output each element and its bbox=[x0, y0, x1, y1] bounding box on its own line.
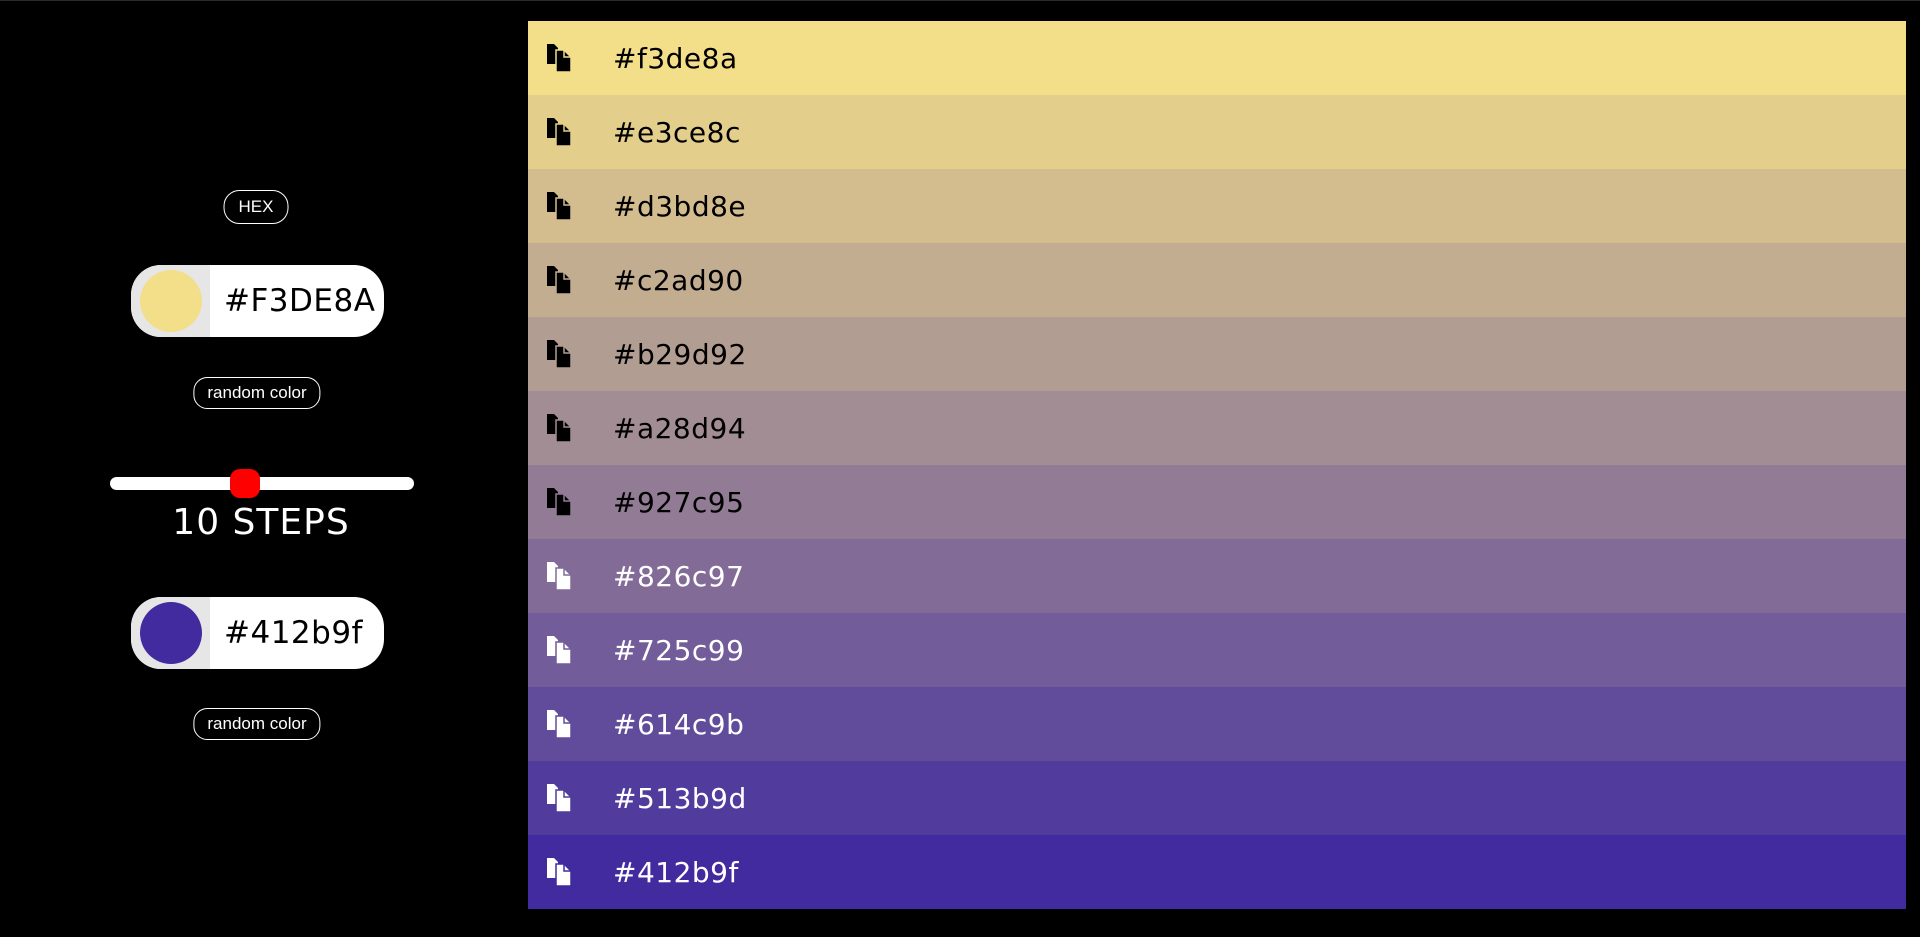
copy-icon[interactable] bbox=[545, 117, 573, 147]
gradient-hex-value: #b29d92 bbox=[613, 337, 747, 371]
start-color-picker[interactable] bbox=[131, 265, 210, 337]
gradient-row[interactable]: #c2ad90 bbox=[528, 243, 1906, 317]
start-color-field[interactable]: #F3DE8A bbox=[131, 265, 384, 337]
gradient-hex-value: #826c97 bbox=[613, 559, 745, 593]
gradient-row[interactable]: #d3bd8e bbox=[528, 169, 1906, 243]
gradient-hex-value: #d3bd8e bbox=[613, 189, 747, 223]
gradient-row[interactable]: #614c9b bbox=[528, 687, 1906, 761]
copy-icon[interactable] bbox=[545, 709, 573, 739]
copy-icon[interactable] bbox=[545, 783, 573, 813]
gradient-hex-value: #513b9d bbox=[613, 781, 747, 815]
copy-icon[interactable] bbox=[545, 487, 573, 517]
gradient-row[interactable]: #a28d94 bbox=[528, 391, 1906, 465]
random-start-color-button[interactable]: random color bbox=[193, 377, 321, 409]
start-color-swatch[interactable] bbox=[139, 270, 202, 332]
gradient-row[interactable]: #e3ce8c bbox=[528, 95, 1906, 169]
gradient-row[interactable]: #725c99 bbox=[528, 613, 1906, 687]
copy-icon[interactable] bbox=[545, 191, 573, 221]
end-color-field[interactable]: #412b9f bbox=[131, 597, 384, 669]
gradient-hex-value: #a28d94 bbox=[613, 411, 747, 445]
control-panel: HEX #F3DE8A random color 10 STEPS #412b9… bbox=[0, 0, 514, 937]
steps-slider-thumb[interactable] bbox=[230, 469, 261, 498]
gradient-hex-value: #927c95 bbox=[613, 485, 745, 519]
hex-format-button[interactable]: HEX bbox=[223, 190, 289, 224]
copy-icon[interactable] bbox=[545, 339, 573, 369]
copy-icon[interactable] bbox=[545, 561, 573, 591]
gradient-row[interactable]: #412b9f bbox=[528, 835, 1906, 909]
copy-icon[interactable] bbox=[545, 265, 573, 295]
end-color-picker[interactable] bbox=[131, 597, 210, 669]
gradient-row[interactable]: #927c95 bbox=[528, 465, 1906, 539]
copy-icon[interactable] bbox=[545, 635, 573, 665]
steps-label: 10 STEPS bbox=[172, 502, 350, 543]
gradient-row[interactable]: #f3de8a bbox=[528, 21, 1906, 95]
end-color-swatch[interactable] bbox=[139, 602, 202, 664]
gradient-hex-value: #614c9b bbox=[613, 707, 745, 741]
gradient-hex-value: #c2ad90 bbox=[613, 263, 744, 297]
steps-slider[interactable] bbox=[110, 469, 414, 498]
end-color-value[interactable]: #412b9f bbox=[210, 615, 384, 651]
gradient-hex-value: #725c99 bbox=[613, 633, 745, 667]
random-end-color-button[interactable]: random color bbox=[193, 708, 321, 740]
copy-icon[interactable] bbox=[545, 413, 573, 443]
gradient-row[interactable]: #b29d92 bbox=[528, 317, 1906, 391]
start-color-value[interactable]: #F3DE8A bbox=[210, 283, 384, 319]
gradient-hex-value: #e3ce8c bbox=[613, 115, 741, 149]
gradient-row[interactable]: #513b9d bbox=[528, 761, 1906, 835]
copy-icon[interactable] bbox=[545, 43, 573, 73]
copy-icon[interactable] bbox=[545, 857, 573, 887]
gradient-hex-value: #412b9f bbox=[613, 855, 739, 889]
gradient-row[interactable]: #826c97 bbox=[528, 539, 1906, 613]
gradient-hex-value: #f3de8a bbox=[613, 41, 738, 75]
gradient-list: #f3de8a #e3ce8c #d3bd8e #c2ad90 #b29d92 #a28d… bbox=[528, 21, 1906, 909]
